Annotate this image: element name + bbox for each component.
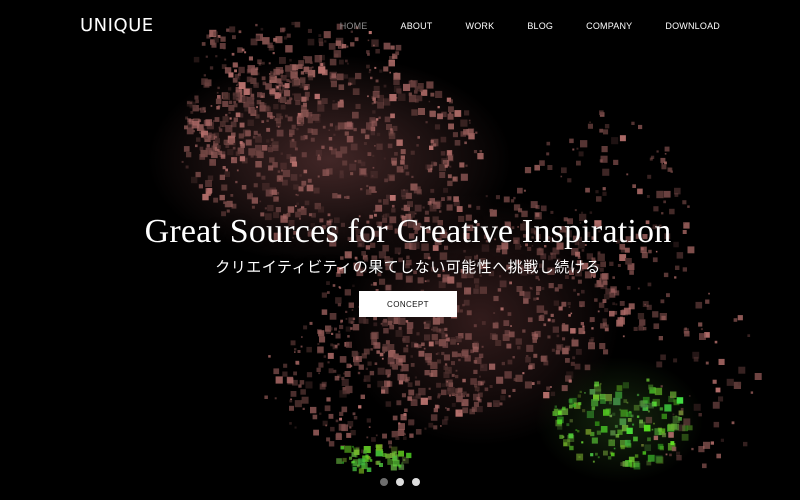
slider-pagination (0, 478, 800, 488)
top-navigation-bar: UNIQUE HOME ABOUT WORK BLOG COMPANY DOWN… (0, 0, 800, 56)
nav-item-company[interactable]: COMPANY (586, 21, 632, 31)
hero-title: Great Sources for Creative Inspiration (144, 213, 672, 250)
nav-item-home[interactable]: HOME (340, 21, 368, 31)
nav-item-about[interactable]: ABOUT (401, 21, 433, 31)
nav-item-download[interactable]: DOWNLOAD (665, 21, 720, 31)
slider-dot-2[interactable] (396, 478, 404, 486)
slider-dot-3[interactable] (412, 478, 420, 486)
nav-item-blog[interactable]: BLOG (527, 21, 553, 31)
hero-section: UNIQUE HOME ABOUT WORK BLOG COMPANY DOWN… (0, 0, 800, 500)
slider-dot-1[interactable] (380, 478, 388, 486)
concept-button[interactable]: CONCEPT (359, 291, 457, 317)
nav-item-work[interactable]: WORK (466, 21, 495, 31)
hero-subtitle: クリエイティビティの果てしない可能性へ挑戦し続ける (215, 258, 601, 276)
main-nav: HOME ABOUT WORK BLOG COMPANY DOWNLOAD (307, 21, 720, 31)
site-logo[interactable]: UNIQUE (80, 15, 154, 36)
